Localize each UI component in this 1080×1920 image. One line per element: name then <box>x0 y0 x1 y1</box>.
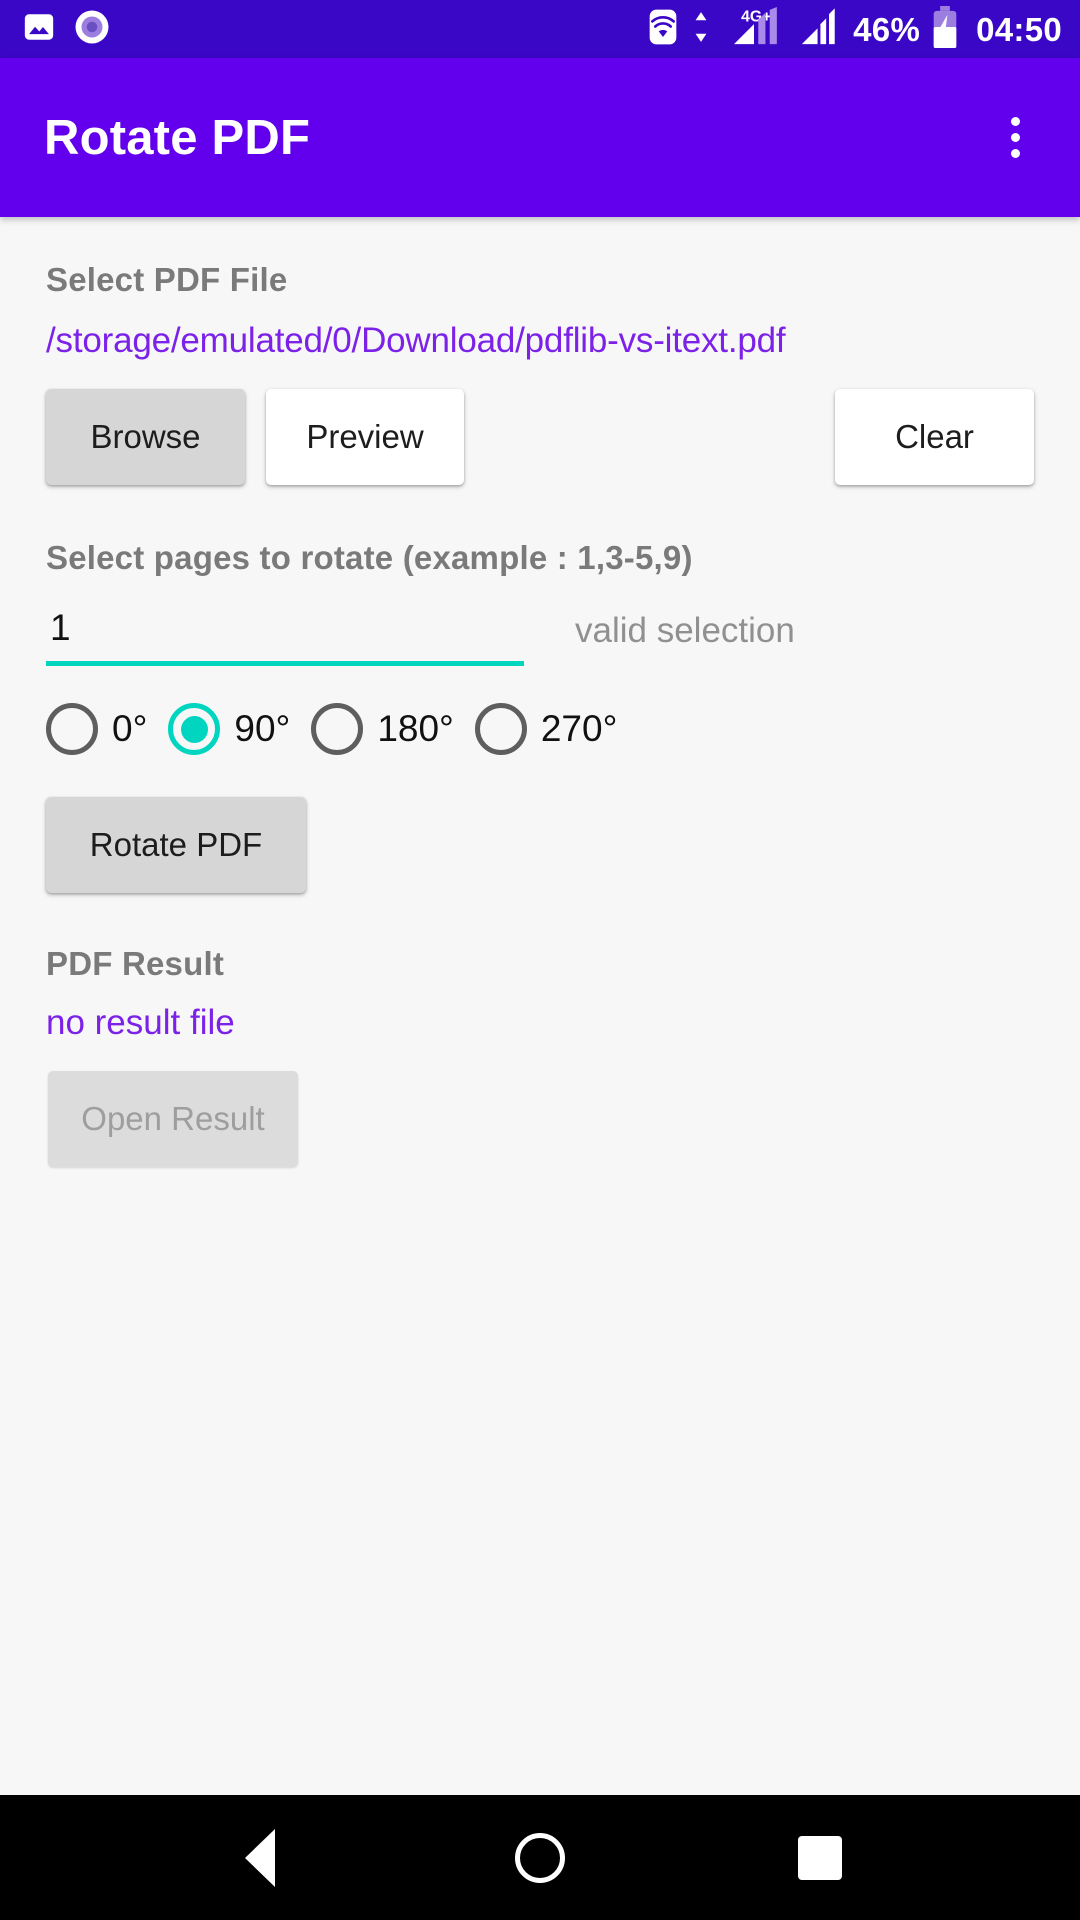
preview-button[interactable]: Preview <box>266 389 464 485</box>
main-content: Select PDF File /storage/emulated/0/Down… <box>0 217 1080 1795</box>
rotate-pdf-button[interactable]: Rotate PDF <box>46 797 306 893</box>
radio-circle-icon <box>311 703 364 755</box>
battery-percent-label: 46% <box>853 10 921 48</box>
signal-4gplus-icon: 4G+ <box>723 6 785 52</box>
overflow-dot <box>1010 133 1020 142</box>
radio-label: 0° <box>112 708 148 749</box>
circle-home-icon <box>515 1832 565 1883</box>
square-recents-icon <box>798 1835 842 1880</box>
record-circle-icon <box>74 9 110 50</box>
svg-text:4G+: 4G+ <box>741 8 771 25</box>
radio-option-0[interactable]: 0° <box>46 703 147 755</box>
nav-home-button[interactable] <box>480 1795 600 1920</box>
status-bar: 4G+ 46% 04:50 <box>0 0 1080 58</box>
selection-validation-text: valid selection <box>575 611 795 650</box>
more-vertical-icon[interactable] <box>984 107 1046 169</box>
pages-input-underline <box>46 661 524 666</box>
radio-option-180[interactable]: 180° <box>311 703 454 755</box>
status-bar-left-icons <box>22 9 110 50</box>
wifi-icon <box>647 8 679 51</box>
pdf-result-value: no result file <box>46 1003 235 1042</box>
overflow-dot <box>1010 149 1020 158</box>
radio-circle-icon <box>46 703 98 755</box>
nav-recents-button[interactable] <box>760 1795 880 1920</box>
rotation-radio-group: 0° 90° 180° 270° <box>46 703 1034 755</box>
android-navigation-bar <box>0 1795 1080 1920</box>
battery-charging-icon <box>932 5 958 53</box>
select-pages-label: Select pages to rotate (example : 1,3-5,… <box>46 539 693 576</box>
radio-option-270[interactable]: 270° <box>474 703 618 755</box>
radio-label: 180° <box>377 708 454 749</box>
pages-input-row: valid selection <box>46 607 1034 666</box>
select-pdf-file-label: Select PDF File <box>46 261 288 298</box>
open-result-row: Open Result <box>46 1071 1034 1167</box>
selected-file-path: /storage/emulated/0/Download/pdflib-vs-i… <box>46 321 786 360</box>
pages-input-wrapper <box>46 607 524 666</box>
browse-button[interactable]: Browse <box>46 389 245 485</box>
pages-input[interactable] <box>46 607 524 661</box>
phone-screen: 4G+ 46% 04:50 Rotate PDF Select PDF File… <box>0 0 1080 1920</box>
pdf-result-label: PDF Result <box>46 945 225 982</box>
radio-option-90[interactable]: 90° <box>168 703 290 755</box>
status-bar-right-icons: 4G+ 46% 04:50 <box>647 5 1062 53</box>
file-action-button-row: Browse Preview Clear <box>46 389 1034 485</box>
nav-back-button[interactable] <box>200 1795 320 1920</box>
triangle-back-icon <box>245 1828 275 1887</box>
rotate-action-row: Rotate PDF <box>46 797 1034 893</box>
app-bar: Rotate PDF <box>0 58 1080 217</box>
radio-circle-selected-icon <box>168 703 221 755</box>
clear-button[interactable]: Clear <box>835 389 1034 485</box>
signal-bars-icon <box>797 7 841 52</box>
radio-label: 90° <box>234 708 291 749</box>
radio-label: 270° <box>540 708 618 749</box>
image-icon <box>22 10 56 49</box>
data-transfer-icon <box>691 8 711 51</box>
open-result-button[interactable]: Open Result <box>48 1071 298 1167</box>
overflow-dot <box>1010 117 1020 126</box>
radio-circle-icon <box>474 703 527 755</box>
page-title: Rotate PDF <box>44 110 311 165</box>
status-bar-clock: 04:50 <box>976 10 1062 48</box>
